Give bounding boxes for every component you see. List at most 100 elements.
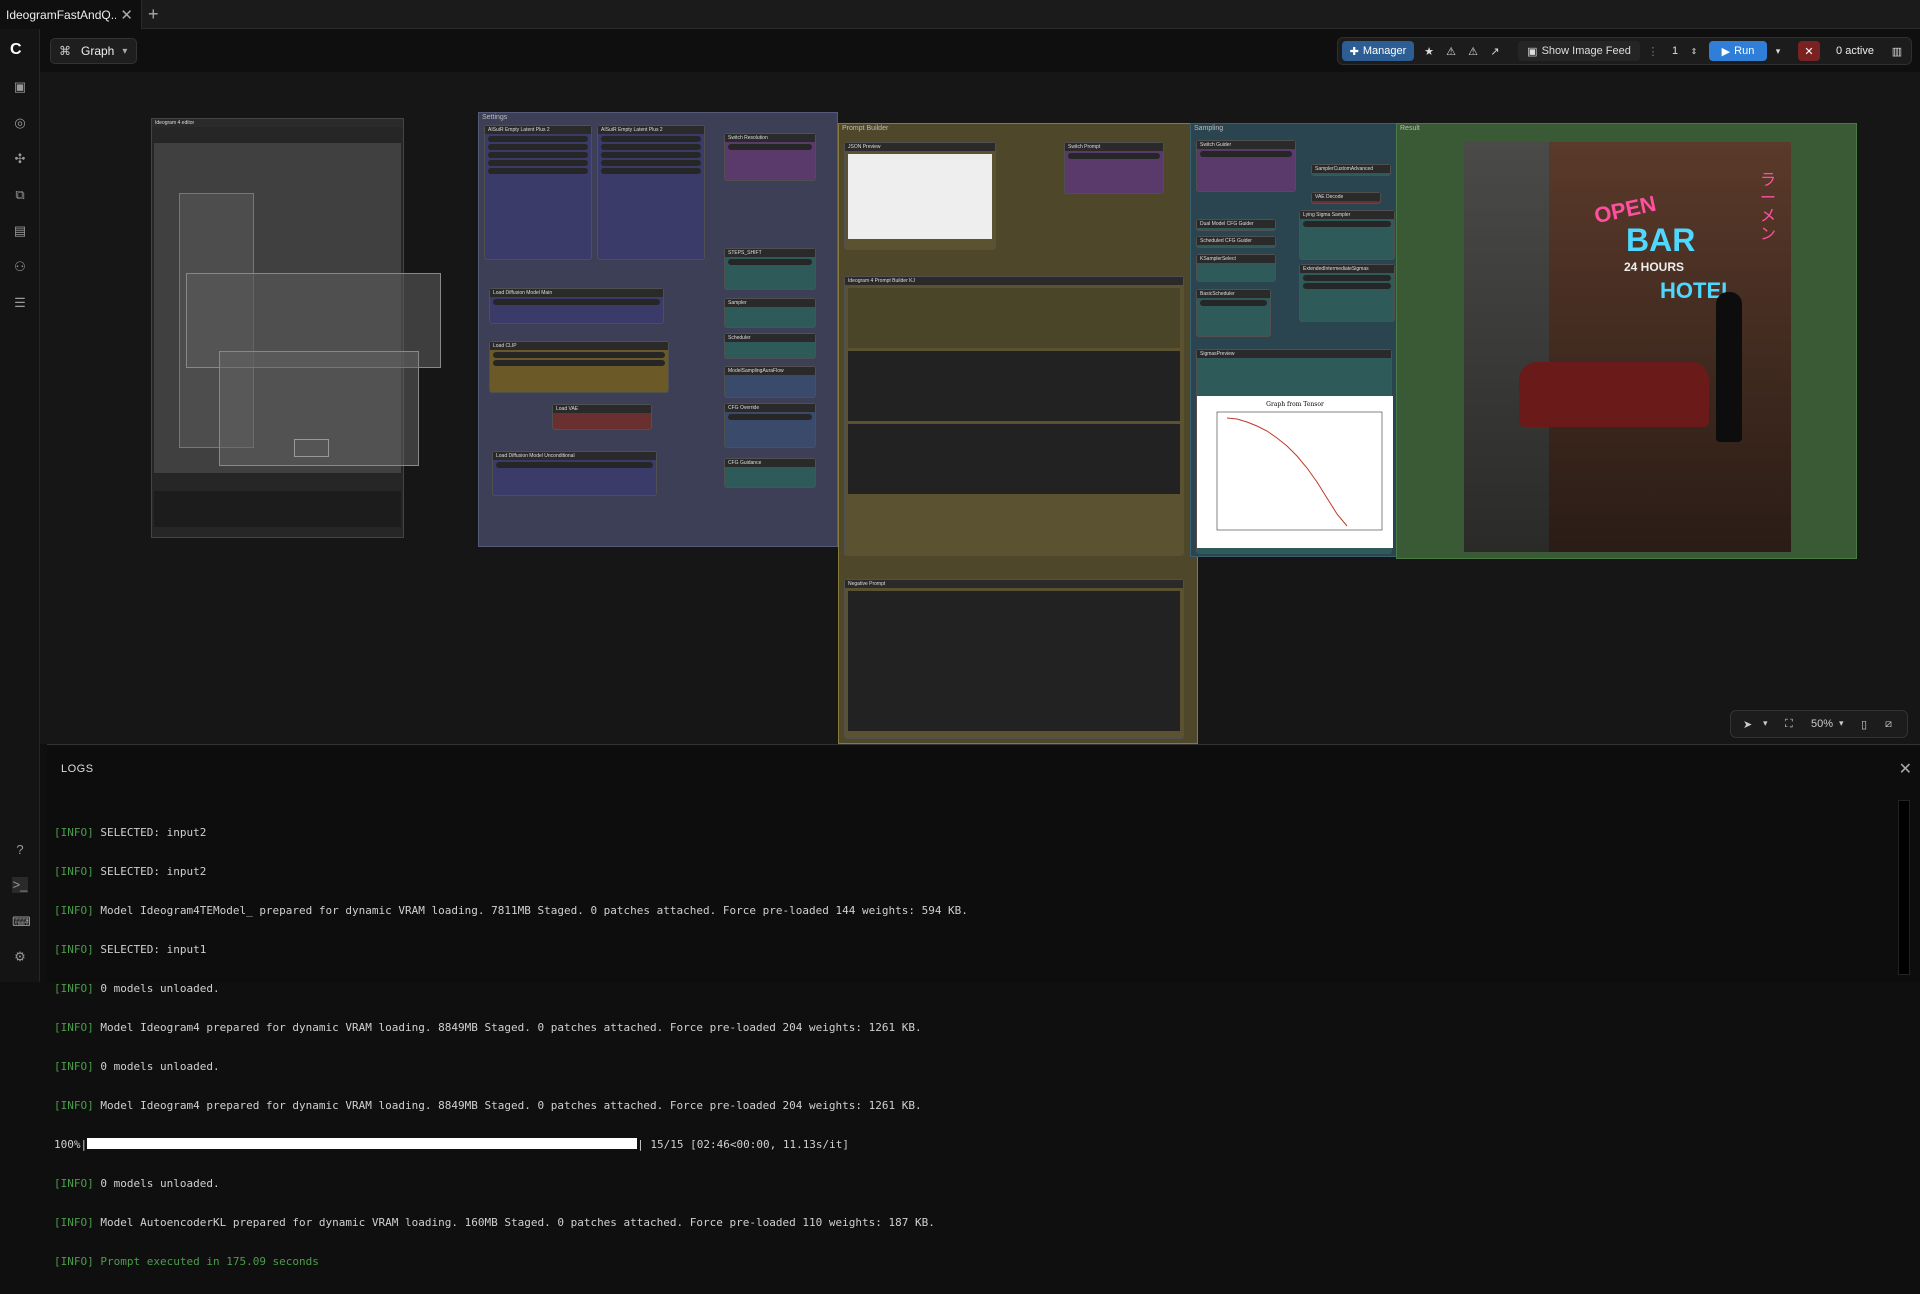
settings-group[interactable]: Settings AISuiR Empty Latent Plus 2 AISu… xyxy=(478,112,838,547)
chevron-down-icon[interactable]: ▾ xyxy=(1839,718,1844,729)
fit-view-icon[interactable]: ⛶ xyxy=(1785,718,1793,731)
editor-canvas[interactable] xyxy=(154,143,441,473)
load-model-uncond-node[interactable]: Load Diffusion Model Unconditional xyxy=(492,451,657,496)
logs-title: LOGS xyxy=(61,763,94,775)
puzzle-icon: ✚ xyxy=(1349,45,1359,58)
load-model-main-node[interactable]: Load Diffusion Model Main xyxy=(489,288,664,324)
workflow-tab[interactable]: IdeogramFastAndQ... ✕ xyxy=(0,0,142,29)
node-title: AISuiR Empty Latent Plus 2 xyxy=(598,126,704,134)
stepper-icon[interactable]: ⇕ xyxy=(1688,41,1700,61)
close-icon[interactable]: ✕ xyxy=(120,6,133,24)
switch-guider-node[interactable]: Switch Guider xyxy=(1196,140,1296,192)
basic-scheduler-node[interactable]: BasicScheduler xyxy=(1196,289,1271,337)
latent-node-2[interactable]: AISuiR Empty Latent Plus 2 xyxy=(597,125,705,260)
steps-shift-node[interactable]: STEPS_SHIFT xyxy=(724,248,816,290)
zoom-level[interactable]: 50% xyxy=(1811,718,1833,730)
chevron-down-icon[interactable]: ▾ xyxy=(1763,718,1768,729)
templates-icon[interactable]: ⚇ xyxy=(12,259,28,275)
clean-icon[interactable]: ⚠ xyxy=(1442,41,1460,61)
model-library-icon[interactable]: ⧉ xyxy=(12,187,28,203)
progress-line: 100%| | 15/15 [02:46<00:00, 11.13s/it] xyxy=(54,1138,850,1151)
result-group[interactable]: Result OPEN BAR 24 HOURS HOTEL ラーメン xyxy=(1396,123,1857,559)
node-title: Ideogram 4 Prompt Builder KJ xyxy=(845,277,1183,285)
neon-bar: BAR xyxy=(1626,222,1696,258)
workflows-icon[interactable]: ▤ xyxy=(12,223,28,239)
keyboard-icon[interactable]: ⌨ xyxy=(12,914,31,930)
progress-bar xyxy=(87,1138,638,1149)
neon-24-hours: 24 HOURS xyxy=(1624,260,1685,274)
ksampler-select-node[interactable]: KSamplerSelect xyxy=(1196,254,1276,282)
queue-count-input[interactable]: 1 xyxy=(1664,41,1686,61)
nodes-library-icon[interactable]: ✣ xyxy=(12,151,28,167)
node-title: CFG Override xyxy=(725,404,815,412)
load-vae-node[interactable]: Load VAE xyxy=(552,404,652,430)
node-title: Switch Prompt xyxy=(1065,143,1163,151)
switch-prompt-node[interactable]: Switch Prompt xyxy=(1064,142,1164,194)
editor-prompt-area[interactable] xyxy=(154,491,401,527)
node-title: Scheduler xyxy=(725,334,815,342)
panel-toggle-icon[interactable]: ▥ xyxy=(1888,41,1906,61)
vae-decode-node[interactable]: VAE Decode xyxy=(1311,192,1381,204)
node-title: AISuiR Empty Latent Plus 2 xyxy=(485,126,591,134)
stop-button[interactable]: ✕ xyxy=(1798,41,1820,61)
sigma-chart-title: Graph from Tensor xyxy=(1266,401,1324,408)
graph-dropdown[interactable]: ⌘ Graph ▾ xyxy=(50,38,137,64)
json-preview-node[interactable]: JSON Preview xyxy=(844,142,996,250)
extended-sigmas-node[interactable]: ExtendedIntermediateSigmas xyxy=(1299,264,1395,322)
latent-node-1[interactable]: AISuiR Empty Latent Plus 2 xyxy=(484,125,592,260)
cfg-guidance-node[interactable]: CFG Guidance xyxy=(724,458,816,488)
sampler-custom-advanced-node[interactable]: SamplerCustomAdvanced xyxy=(1311,164,1391,176)
minimap-icon[interactable]: ▯ xyxy=(1861,718,1867,731)
dual-cfg-guider-node[interactable]: Dual Model CFG Guider xyxy=(1196,219,1276,231)
scheduled-cfg-guider-node[interactable]: Scheduled CFG Guider xyxy=(1196,236,1276,248)
node-title: Load Diffusion Model Unconditional xyxy=(493,452,656,460)
cfg-override-node[interactable]: CFG Override xyxy=(724,403,816,448)
lying-sigma-sampler-node[interactable]: Lying Sigma Sampler xyxy=(1299,210,1395,260)
node-title: Negative Prompt xyxy=(845,580,1183,588)
settings-gear-icon[interactable]: ⚙ xyxy=(12,949,28,965)
log-line: [INFO] Prompt executed in 175.09 seconds xyxy=(54,1255,319,1268)
node-title: BasicScheduler xyxy=(1197,290,1270,298)
hide-links-icon[interactable]: ⧄ xyxy=(1885,718,1892,731)
node-title: JSON Preview xyxy=(845,143,995,151)
sigmas-preview-node[interactable]: SigmasPreview Graph from Tensor xyxy=(1196,349,1393,554)
new-tab-plus-icon[interactable]: + xyxy=(148,4,159,25)
queue-icon[interactable]: ◎ xyxy=(12,115,28,131)
log-line: [INFO] Model Ideogram4TEModel_ prepared … xyxy=(54,904,968,917)
load-clip-node[interactable]: Load CLIP xyxy=(489,341,669,393)
drag-handle-icon[interactable]: ⋮ xyxy=(1648,41,1659,61)
close-icon[interactable]: ✕ xyxy=(1899,759,1912,779)
sidebar: C ▣ ◎ ✣ ⧉ ▤ ⚇ ☰ ? >_ ⌨ ⚙ xyxy=(0,29,40,982)
prompt-builder-node[interactable]: Ideogram 4 Prompt Builder KJ xyxy=(844,276,1184,556)
group-title-prompt-builder: Prompt Builder xyxy=(842,125,889,132)
result-image[interactable]: OPEN BAR 24 HOURS HOTEL ラーメン xyxy=(1464,142,1791,552)
log-output: [INFO] SELECTED: input2 [INFO] SELECTED:… xyxy=(54,800,1894,1294)
star-icon[interactable]: ★ xyxy=(1420,41,1438,61)
run-options-chevron-icon[interactable]: ▾ xyxy=(1770,41,1786,61)
graph-canvas[interactable]: Ideogram 4 editor Settings AISuiR Empty … xyxy=(40,72,1920,744)
log-scrollbar[interactable] xyxy=(1898,800,1910,975)
apps-icon[interactable]: ☰ xyxy=(12,295,28,311)
image-icon[interactable]: ▣ xyxy=(12,79,28,95)
scheduler-node[interactable]: Scheduler xyxy=(724,333,816,359)
sampling-group[interactable]: Sampling Switch Guider Dual Model CFG Gu… xyxy=(1190,123,1398,557)
manager-button[interactable]: ✚ Manager xyxy=(1342,41,1414,61)
model-sampling-node[interactable]: ModelSamplingAuraFlow xyxy=(724,366,816,398)
show-image-feed-button[interactable]: ▣ Show Image Feed xyxy=(1518,41,1640,61)
comfy-logo-icon[interactable]: C xyxy=(10,41,30,61)
negative-prompt-node[interactable]: Negative Prompt xyxy=(844,579,1184,739)
terminal-icon[interactable]: >_ xyxy=(12,877,28,893)
sampler-node[interactable]: Sampler xyxy=(724,298,816,328)
select-pointer-icon[interactable]: ➤ xyxy=(1743,718,1752,731)
region-box[interactable] xyxy=(294,439,329,457)
share-icon[interactable]: ↗ xyxy=(1486,41,1504,61)
prompt-builder-group[interactable]: Prompt Builder JSON Preview Ideogram 4 P… xyxy=(838,123,1198,744)
active-queue-label: 0 active xyxy=(1836,45,1874,57)
clean-all-icon[interactable]: ⚠ xyxy=(1464,41,1482,61)
node-title: Switch Guider xyxy=(1197,141,1295,149)
help-icon[interactable]: ? xyxy=(12,842,28,858)
run-button[interactable]: ▶ Run xyxy=(1709,41,1767,61)
switch-resolution-node[interactable]: Switch Resolution xyxy=(724,133,816,181)
log-line: [INFO] Model Ideogram4 prepared for dyna… xyxy=(54,1099,922,1112)
ideogram-editor-node[interactable]: Ideogram 4 editor xyxy=(151,118,441,538)
